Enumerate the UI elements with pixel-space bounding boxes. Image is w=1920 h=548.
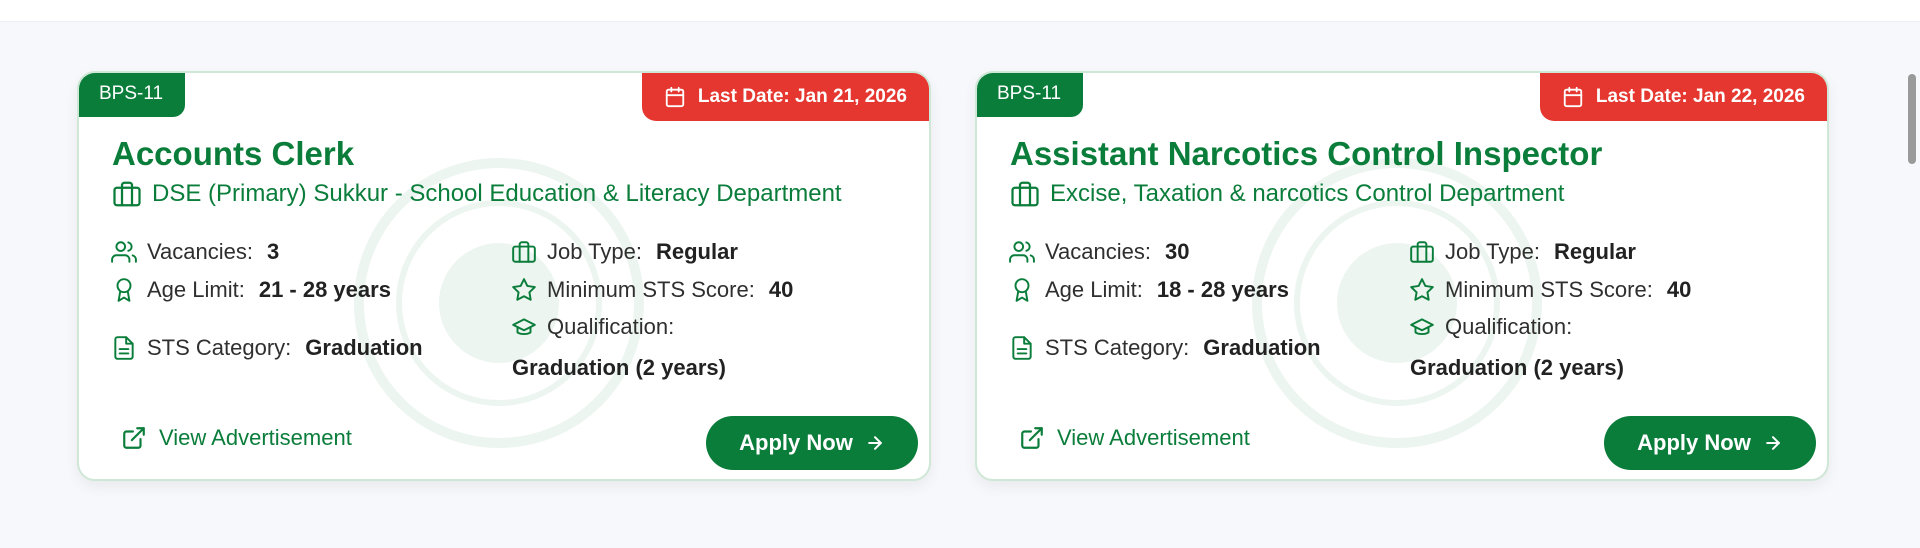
last-date-badge: Last Date: Jan 21, 2026 [641, 73, 929, 121]
sts-category-label: STS Category: [1045, 335, 1190, 360]
department-name: DSE (Primary) Sukkur - School Education … [152, 180, 842, 207]
page-scrollbar[interactable] [1904, 0, 1920, 548]
calendar-icon [1563, 86, 1583, 108]
job-type-label: Job Type: [1445, 239, 1540, 264]
job-card-2: BPS-11 Last Date: Jan 22, 2026 Assistant… [975, 71, 1829, 481]
view-advertisement-label: View Advertisement [159, 425, 352, 450]
vacancies-value: 3 [266, 239, 280, 264]
bps-badge: BPS-11 [977, 73, 1084, 117]
age-limit-label: Age Limit: [147, 277, 245, 302]
job-type-row: Job Type: Regular [511, 239, 738, 265]
qualification-row: Qualification: [511, 314, 674, 340]
calendar-icon [665, 86, 685, 108]
document-icon [114, 336, 134, 360]
briefcase-icon [512, 241, 536, 263]
view-advertisement-link[interactable]: View Advertisement [1019, 425, 1250, 451]
arrow-right-icon [867, 436, 882, 450]
users-icon [1009, 241, 1035, 263]
last-date-badge: Last Date: Jan 22, 2026 [1539, 73, 1827, 121]
sts-category-row: STS Category: Graduation [1009, 335, 1321, 361]
arrow-right-icon [1765, 436, 1780, 450]
vacancies-value: 30 [1164, 239, 1190, 264]
min-sts-row: Minimum STS Score: 40 [511, 277, 793, 303]
job-card-1: BPS-11 Last Date: Jan 21, 2026 Accounts … [77, 71, 931, 481]
vacancies-row: Vacancies: 3 [111, 239, 279, 265]
qualification-label: Qualification: [1445, 314, 1573, 339]
star-icon [512, 278, 536, 301]
apply-now-label: Apply Now [739, 430, 853, 455]
graduation-cap-icon [1410, 318, 1434, 336]
apply-now-button[interactable]: Apply Now [1604, 416, 1816, 470]
department-name: Excise, Taxation & narcotics Control Dep… [1050, 180, 1565, 207]
age-limit-value: 21 - 28 years [258, 277, 391, 302]
view-advertisement-label: View Advertisement [1057, 425, 1250, 450]
award-icon [116, 278, 132, 302]
age-limit-row: Age Limit: 18 - 28 years [1009, 277, 1289, 303]
last-date-text: Last Date: Jan 21, 2026 [697, 86, 907, 107]
min-sts-label: Minimum STS Score: [547, 277, 755, 302]
apply-now-label: Apply Now [1637, 430, 1751, 455]
top-section-edge [0, 0, 1920, 22]
min-sts-value: 40 [1666, 277, 1692, 302]
qualification-value: Graduation (2 years) [1410, 355, 1624, 380]
min-sts-row: Minimum STS Score: 40 [1409, 277, 1691, 303]
briefcase-icon [113, 181, 141, 207]
document-icon [1012, 336, 1032, 360]
external-link-icon [123, 427, 145, 449]
bps-badge: BPS-11 [79, 73, 186, 117]
sts-category-value: Graduation [1203, 335, 1321, 360]
department: DSE (Primary) Sukkur - School Education … [112, 179, 842, 209]
job-type-row: Job Type: Regular [1409, 239, 1636, 265]
qualification-value: Graduation (2 years) [512, 355, 726, 380]
sts-category-row: STS Category: Graduation [111, 335, 423, 361]
sts-category-value: Graduation [305, 335, 423, 360]
users-icon [111, 241, 137, 263]
age-limit-row: Age Limit: 21 - 28 years [111, 277, 391, 303]
last-date-text: Last Date: Jan 22, 2026 [1595, 86, 1805, 107]
min-sts-label: Minimum STS Score: [1445, 277, 1653, 302]
star-icon [1410, 278, 1434, 301]
briefcase-icon [1410, 241, 1434, 263]
graduation-cap-icon [512, 318, 536, 336]
apply-now-button[interactable]: Apply Now [706, 416, 918, 470]
qualification-row: Qualification: [1409, 314, 1572, 340]
qualification-label: Qualification: [547, 314, 675, 339]
sts-category-label: STS Category: [147, 335, 292, 360]
min-sts-value: 40 [768, 277, 794, 302]
briefcase-icon [1011, 181, 1039, 207]
job-title: Accounts Clerk [112, 135, 355, 172]
job-title: Assistant Narcotics Control Inspector [1010, 135, 1603, 172]
scrollbar-thumb[interactable] [1908, 74, 1916, 164]
vacancies-row: Vacancies: 30 [1009, 239, 1189, 265]
job-type-value: Regular [1554, 239, 1636, 264]
award-icon [1014, 278, 1030, 302]
job-type-value: Regular [656, 239, 738, 264]
department: Excise, Taxation & narcotics Control Dep… [1010, 179, 1564, 209]
vacancies-label: Vacancies: [1045, 239, 1151, 264]
vacancies-label: Vacancies: [147, 239, 253, 264]
job-type-label: Job Type: [547, 239, 642, 264]
age-limit-value: 18 - 28 years [1156, 277, 1289, 302]
view-advertisement-link[interactable]: View Advertisement [121, 425, 352, 451]
external-link-icon [1021, 427, 1043, 449]
age-limit-label: Age Limit: [1045, 277, 1143, 302]
